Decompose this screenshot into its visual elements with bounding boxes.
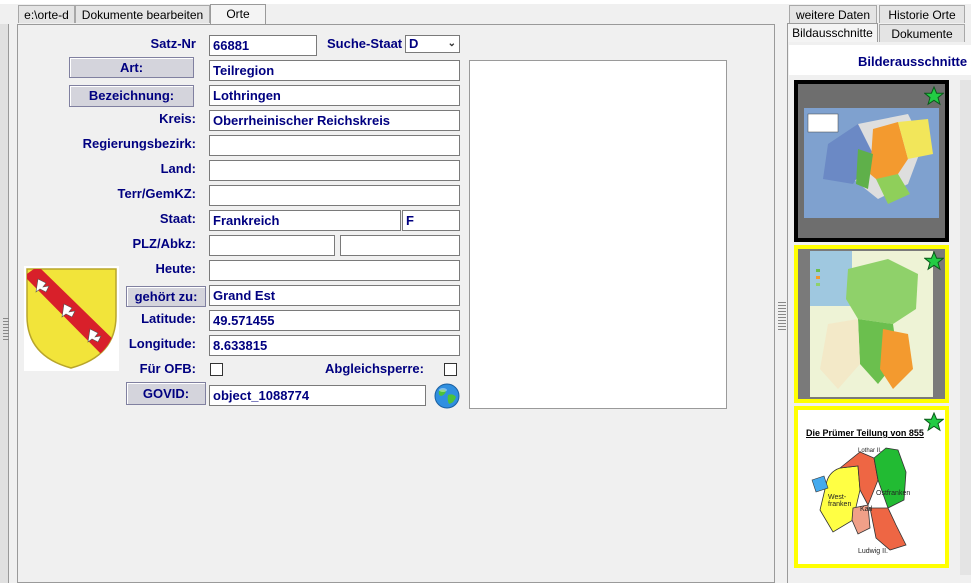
left-splitter-grip[interactable] [3,318,9,342]
abgleichsperre-checkbox[interactable] [444,363,457,376]
favorite-star-icon[interactable] [924,412,944,432]
satz-nr-label: Satz-Nr [150,36,196,51]
govid-field[interactable]: object_1088774 [209,385,426,406]
tab-historie-orte[interactable]: Historie Orte [879,5,965,23]
tab-path[interactable]: e:\orte-d [18,5,75,23]
heute-field[interactable] [209,260,460,281]
favorite-star-icon[interactable] [924,86,944,106]
gehoert-zu-button[interactable]: gehört zu: [126,286,206,307]
gehoert-zu-field[interactable]: Grand Est [209,285,460,306]
kreis-label: Kreis: [159,111,196,126]
map-3-label-ostfranken: Ostfranken [876,490,911,497]
land-label: Land: [160,161,196,176]
thumbnail-map-1[interactable] [794,80,949,242]
thumbnail-map-3[interactable]: Die Prümer Teilung von 855 Lothar II. We… [794,406,949,568]
tab-bildausschnitte[interactable]: Bildausschnitte [787,23,878,44]
right-scrollbar[interactable] [960,80,971,575]
regierungsbezirk-label: Regierungsbezirk: [82,136,196,151]
tab-dokumente-bearbeiten[interactable]: Dokumente bearbeiten [75,5,210,23]
fuer-ofb-label: Für OFB: [139,361,196,376]
art-button[interactable]: Art: [69,57,194,78]
land-field[interactable] [209,160,460,181]
heute-label: Heute: [155,261,196,276]
map-3-label-lothar: Lothar II. [858,448,882,454]
latitude-field[interactable]: 49.571455 [209,310,460,331]
fuer-ofb-checkbox[interactable] [210,363,223,376]
suche-staat-label: Suche-Staat [327,36,403,51]
plz-field[interactable] [209,235,335,256]
bezeichnung-field[interactable]: Lothringen [209,85,460,106]
latitude-label: Latitude: [141,311,196,326]
staat-field[interactable]: Frankreich [209,210,401,231]
govid-button[interactable]: GOVID: [126,382,206,405]
map-3-label-ludwig: Ludwig II. [858,548,888,555]
abgleichsperre-label: Abgleichsperre: [325,361,424,376]
image-preview-box[interactable] [469,60,727,409]
staat-code-field[interactable]: F [402,210,460,231]
coat-of-arms-image [24,266,119,371]
suche-staat-select[interactable]: D ⌄ [405,35,460,53]
terr-gemkz-field[interactable] [209,185,460,206]
tab-orte[interactable]: Orte [210,4,266,25]
staat-label: Staat: [159,211,196,226]
chevron-down-icon[interactable]: ⌄ [448,36,456,52]
suche-staat-value: D [409,36,419,51]
favorite-star-icon[interactable] [924,251,944,271]
tab-weitere-daten[interactable]: weitere Daten [789,5,877,23]
plz-abkz-label: PLZ/Abkz: [132,236,196,251]
map-3-label-karl: Karl [860,506,873,513]
satz-nr-field[interactable]: 66881 [209,35,317,56]
middle-splitter-grip[interactable] [778,302,786,332]
bilderausschnitte-title: Bilderausschnitte [858,54,968,69]
bezeichnung-button[interactable]: Bezeichnung: [69,85,194,107]
terr-gemkz-label: Terr/GemKZ: [117,186,197,201]
abkz-field[interactable] [340,235,460,256]
longitude-label: Longitude: [128,336,196,351]
regierungsbezirk-field[interactable] [209,135,460,156]
longitude-field[interactable]: 8.633815 [209,335,460,356]
globe-icon[interactable] [434,383,460,409]
tab-dokumente[interactable]: Dokumente [879,24,965,42]
thumbnail-map-2[interactable] [794,245,949,403]
top-strip [0,0,971,4]
art-field[interactable]: Teilregion [209,60,460,81]
map-3-label-westfranken: West-franken [828,494,852,508]
kreis-field[interactable]: Oberrheinischer Reichskreis [209,110,460,131]
left-edge-panel [0,24,9,583]
